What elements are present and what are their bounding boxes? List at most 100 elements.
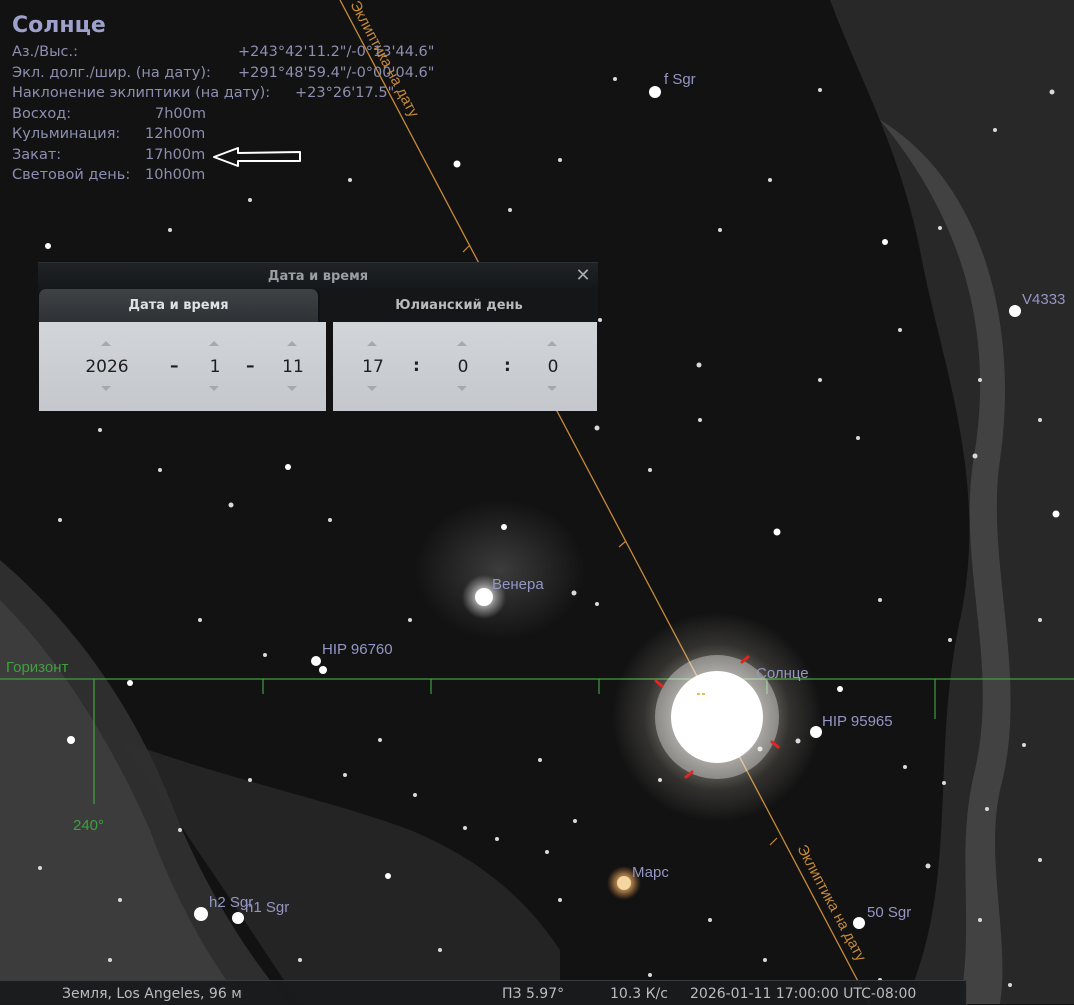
star-label-hip-96760: HIP 96760 xyxy=(322,641,393,658)
background-star xyxy=(438,948,442,952)
second-value[interactable]: 0 xyxy=(510,357,596,377)
background-star xyxy=(558,898,562,902)
info-row-altaz: Аз./Выс.: +243°42'11.2"/-0°13'44.6" xyxy=(12,44,435,60)
background-star xyxy=(985,807,989,811)
status-location[interactable]: Земля, Los Angeles, 96 м xyxy=(62,986,242,1002)
status-datetime[interactable]: 2026-01-11 17:00:00 UTC-08:00 xyxy=(690,986,916,1002)
background-star xyxy=(248,198,252,202)
month-decrement-icon[interactable] xyxy=(209,386,219,391)
hour-spinbox[interactable]: 17 xyxy=(350,322,396,411)
tab-julian-day[interactable]: Юлианский день xyxy=(320,289,598,322)
background-star xyxy=(1049,89,1055,95)
second-increment-icon[interactable] xyxy=(547,341,557,346)
background-star xyxy=(1008,983,1012,987)
minute-spinbox[interactable]: 0 xyxy=(440,322,486,411)
info-row-obliquity: Наклонение эклиптики (на дату): +23°26'17… xyxy=(12,85,395,101)
minute-increment-icon[interactable] xyxy=(457,341,467,346)
background-star xyxy=(248,778,252,782)
ecliptic-label-bottom: Эклиптика на дату xyxy=(793,842,869,965)
background-star xyxy=(495,837,499,841)
background-star xyxy=(348,178,352,182)
background-star xyxy=(1038,858,1042,862)
arrow-annotation xyxy=(213,147,301,167)
background-star xyxy=(878,598,882,602)
background-star xyxy=(972,453,978,459)
background-star xyxy=(718,228,722,232)
star-label-v4333: V4333 xyxy=(1022,291,1065,308)
background-star xyxy=(903,765,907,769)
sun[interactable]: Солнце xyxy=(612,612,822,822)
dialog-title-bar[interactable]: Дата и время ✕ xyxy=(38,262,598,290)
hour-value[interactable]: 17 xyxy=(330,357,416,377)
background-star xyxy=(882,239,888,245)
object-name: Солнце xyxy=(12,13,106,38)
background-star xyxy=(1022,743,1026,747)
star-label-hip-95965: HIP 95965 xyxy=(822,713,893,730)
minute-decrement-icon[interactable] xyxy=(457,386,467,391)
day-decrement-icon[interactable] xyxy=(287,386,297,391)
background-star xyxy=(198,618,202,622)
background-star xyxy=(648,468,652,472)
background-star xyxy=(328,518,332,522)
year-spinbox[interactable]: 2026 xyxy=(84,322,130,411)
date-time-dialog: Дата и время ✕ Дата и время Юлианский де… xyxy=(38,262,598,412)
background-star xyxy=(343,773,347,777)
background-star xyxy=(378,738,382,742)
background-star xyxy=(598,318,602,322)
day-value[interactable]: 11 xyxy=(250,357,336,377)
star-label-h1-sgr: h1 Sgr xyxy=(245,899,289,916)
background-star xyxy=(837,686,843,692)
background-star xyxy=(178,828,182,832)
background-star xyxy=(545,850,549,854)
info-row-rise: Восход: 7h00m xyxy=(12,105,206,122)
background-star xyxy=(571,590,577,596)
mars[interactable]: Марс xyxy=(607,864,669,900)
status-fps: 10.3 К/с xyxy=(610,986,668,1002)
background-star xyxy=(773,528,781,536)
background-star xyxy=(508,208,512,212)
background-star xyxy=(978,378,982,382)
background-star xyxy=(763,958,767,962)
background-star xyxy=(698,418,702,422)
background-star xyxy=(98,428,102,432)
background-star xyxy=(538,758,542,762)
background-star xyxy=(558,158,562,162)
background-star xyxy=(127,680,133,686)
month-spinbox[interactable]: 1 xyxy=(192,322,238,411)
month-increment-icon[interactable] xyxy=(209,341,219,346)
second-spinbox[interactable]: 0 xyxy=(530,322,576,411)
day-spinbox[interactable]: 11 xyxy=(270,322,316,411)
mars-label: Марс xyxy=(632,864,669,881)
minute-value[interactable]: 0 xyxy=(420,357,506,377)
year-decrement-icon[interactable] xyxy=(101,386,111,391)
background-star xyxy=(938,226,942,230)
background-star xyxy=(1038,418,1042,422)
day-increment-icon[interactable] xyxy=(287,341,297,346)
year-value[interactable]: 2026 xyxy=(64,357,150,377)
background-star xyxy=(818,378,822,382)
background-star xyxy=(768,178,772,182)
info-row-set: Закат: 17h00m xyxy=(12,146,206,163)
background-star xyxy=(263,653,267,657)
background-star xyxy=(993,128,997,132)
background-star xyxy=(67,736,75,744)
azimuth-label: 240° xyxy=(73,817,104,834)
background-star xyxy=(58,518,62,522)
background-star xyxy=(463,826,467,830)
background-star xyxy=(978,918,982,922)
background-star xyxy=(413,793,417,797)
hour-decrement-icon[interactable] xyxy=(367,386,377,391)
background-star xyxy=(453,160,461,168)
background-star xyxy=(158,468,162,472)
hour-increment-icon[interactable] xyxy=(367,341,377,346)
year-increment-icon[interactable] xyxy=(101,341,111,346)
dialog-title: Дата и время xyxy=(267,269,369,284)
close-icon[interactable]: ✕ xyxy=(573,265,593,287)
star-label-f-sgr: f Sgr xyxy=(664,71,696,88)
background-star xyxy=(108,958,112,962)
background-star xyxy=(708,918,712,922)
second-decrement-icon[interactable] xyxy=(547,386,557,391)
date-panel: 2026 – 1 – 11 xyxy=(39,322,326,411)
info-row-transit: Кульминация: 12h00m xyxy=(12,126,206,142)
tab-date-time[interactable]: Дата и время xyxy=(39,289,318,322)
